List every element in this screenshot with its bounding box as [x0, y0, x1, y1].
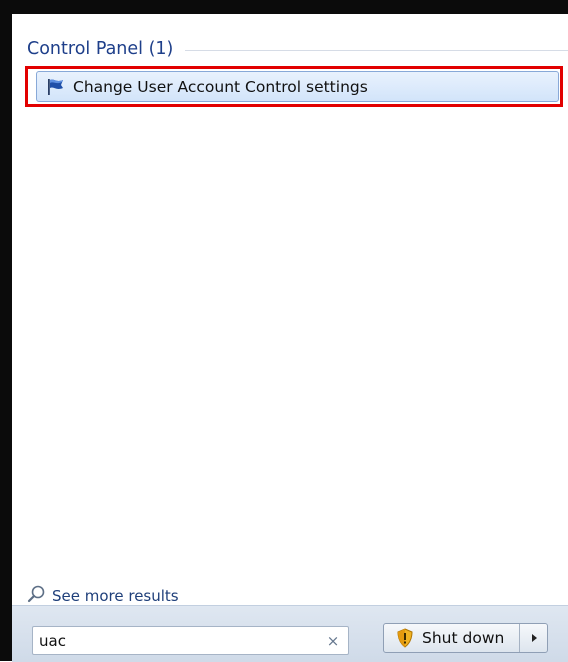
start-menu-bottom-bar: × Shut down — [12, 605, 568, 662]
results-section-header: Control Panel (1) — [27, 37, 568, 61]
result-item-uac-settings[interactable]: Change User Account Control settings — [36, 71, 559, 102]
uac-shield-icon — [396, 627, 416, 649]
window-frame-top — [0, 0, 568, 14]
shutdown-button-label: Shut down — [422, 629, 505, 647]
section-divider — [185, 49, 568, 51]
uac-flag-icon — [45, 76, 67, 98]
shutdown-control: Shut down — [383, 623, 548, 653]
see-more-results-link[interactable]: See more results — [26, 585, 179, 607]
see-more-results-label: See more results — [52, 587, 179, 605]
search-box: × — [32, 626, 349, 655]
chevron-right-icon — [531, 634, 537, 642]
results-section-title[interactable]: Control Panel (1) — [27, 39, 185, 59]
start-menu-search-panel: Control Panel (1) Change User Account Co… — [12, 14, 568, 662]
shutdown-button[interactable]: Shut down — [384, 624, 520, 652]
search-input[interactable] — [33, 627, 322, 654]
shutdown-options-arrow-button[interactable] — [520, 624, 547, 652]
result-item-label: Change User Account Control settings — [73, 77, 368, 96]
clear-search-icon[interactable]: × — [322, 630, 344, 652]
window-frame-left — [0, 0, 12, 661]
